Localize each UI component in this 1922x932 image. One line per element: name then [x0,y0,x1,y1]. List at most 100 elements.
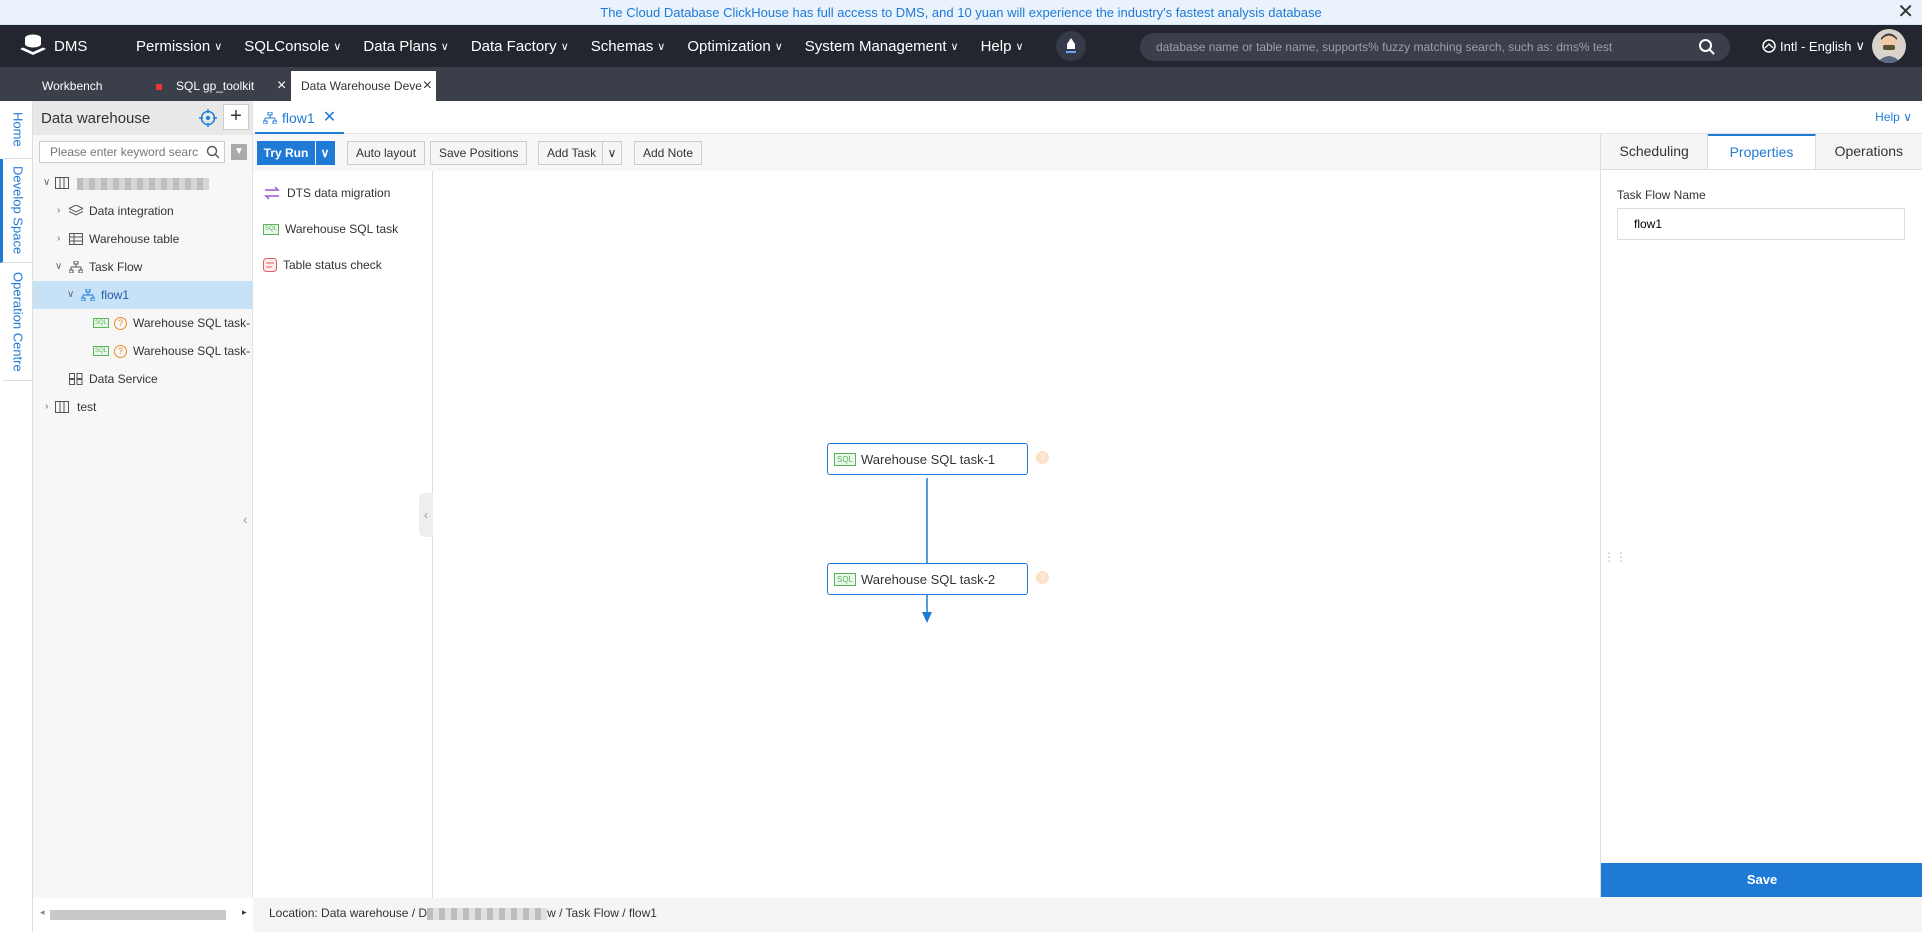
close-icon[interactable]: × [277,71,286,101]
chevron-down-icon: ∨ [607,146,617,160]
banner-text[interactable]: The Cloud Database ClickHouse has full a… [600,5,1321,20]
logo[interactable]: DMS [18,33,136,59]
vtab-label: Operation Centre [10,271,26,372]
chevron-down-icon: ∨ [440,40,449,53]
tree-node-sql-task-1[interactable]: SQL ? Warehouse SQL task- [33,309,253,337]
sync-icon [264,186,280,200]
node-label: Warehouse SQL task-1 [861,451,996,467]
close-icon[interactable]: ✕ [323,103,336,133]
vtab-develop-space[interactable]: Develop Space [0,159,33,263]
promo-banner: The Cloud Database ClickHouse has full a… [0,0,1922,25]
node-label: Warehouse SQL task-2 [861,571,996,587]
tree-node-database[interactable]: ∨ [33,169,253,197]
horizontal-scrollbar[interactable]: ◂ ▸ [40,907,250,920]
menu-data-plans[interactable]: Data Plans ∨ [363,38,448,55]
collapse-palette-icon[interactable]: ‹ [419,493,433,537]
chevron-down-icon[interactable]: ∨ [67,281,74,309]
scroll-left-icon[interactable]: ◂ [40,907,45,918]
tree-node-task-flow[interactable]: ∨ Task Flow [33,253,253,281]
vtab-operation-centre[interactable]: Operation Centre [3,263,33,381]
flow-node-task-1[interactable]: SQL Warehouse SQL task-1 [827,443,1028,475]
chevron-right-icon[interactable]: › [57,225,60,253]
try-run-button[interactable]: Try Run [257,141,315,165]
tree-node-sql-task-2[interactable]: SQL ? Warehouse SQL task- [33,337,253,365]
chevron-down-icon[interactable]: ∨ [55,253,62,281]
try-run-dropdown[interactable]: ∨ [315,141,335,165]
palette-warehouse-sql-task[interactable]: SQL Warehouse SQL task [263,219,398,239]
palette-dts-migration[interactable]: DTS data migration [263,183,390,203]
chevron-down-icon: ∨ [1015,40,1024,53]
node-label: flow1 [101,288,130,302]
tree-node-warehouse-table[interactable]: › Warehouse table [33,225,253,253]
node-label: test [77,400,97,414]
add-note-button[interactable]: Add Note [634,141,703,165]
tree-search-input[interactable] [40,142,200,162]
search-icon[interactable] [206,145,220,159]
menu-system-management[interactable]: System Management ∨ [805,38,959,55]
help-link[interactable]: Help ∨ [1875,110,1912,124]
tab-workbench[interactable]: Workbench [32,71,112,101]
node-label: Data Service [89,372,158,386]
palette-label: DTS data migration [287,186,391,200]
language-selector[interactable]: Intl - English ∨ [1762,38,1865,54]
avatar[interactable] [1872,29,1906,63]
filter-icon[interactable]: ▼ [231,144,247,160]
tab-properties[interactable]: Properties [1708,134,1816,169]
tab-scheduling[interactable]: Scheduling [1601,134,1709,169]
scrollbar-thumb[interactable] [50,910,226,920]
task-flow-name-input[interactable] [1617,208,1905,240]
workspace-tabbar: Workbench SQL gp_toolkit × Data Warehouse… [0,67,1922,101]
tab-operations[interactable]: Operations [1816,134,1922,169]
tab-sql-gp-toolkit[interactable]: SQL gp_toolkit × [146,71,290,101]
close-icon[interactable]: ✕ [1897,0,1914,25]
node-label: Warehouse SQL task- [133,344,251,358]
auto-layout-button[interactable]: Auto layout [347,141,426,165]
tree-node-flow1[interactable]: ∨ flow1 [33,281,253,309]
collapse-left-icon[interactable]: ‹ [243,511,253,535]
menu-sqlconsole[interactable]: SQLConsole ∨ [244,38,341,55]
global-search [1140,33,1730,61]
chevron-right-icon[interactable]: › [57,197,60,225]
chevron-down-icon: ∨ [560,40,569,53]
menu-schemas[interactable]: Schemas ∨ [591,38,666,55]
add-task-dropdown[interactable]: ∨ [602,141,622,165]
menu-optimization[interactable]: Optimization ∨ [687,38,782,55]
tree-node-data-service[interactable]: Data Service [33,365,253,393]
close-icon[interactable]: × [422,71,432,101]
chevron-down-icon: ∨ [774,40,783,53]
vtab-label: Develop Space [10,166,26,255]
palette-label: Warehouse SQL task [285,222,399,236]
tab-data-warehouse-dev[interactable]: Data Warehouse Deve × [291,71,436,101]
dms-logo-icon [20,34,46,55]
unsaved-dot-icon [156,83,162,90]
add-icon[interactable]: + [223,104,249,130]
chevron-down-icon[interactable]: ∨ [43,169,50,197]
toolbar: Try Run ∨ Auto layout Save Positions Add… [253,134,1601,171]
locate-icon[interactable] [199,109,217,127]
resize-handle-icon[interactable]: ⋮⋮ [1603,550,1627,564]
flow-node-task-2[interactable]: SQL Warehouse SQL task-2 [827,563,1028,595]
tree-node-data-integration[interactable]: › Data integration [33,197,253,225]
flow-canvas[interactable]: ‹ SQL Warehouse SQL task-1 ? SQL Warehou… [419,171,1601,898]
search-input[interactable] [1156,40,1696,54]
arrowhead-icon [922,612,932,623]
vtab-home[interactable]: Home [3,101,33,159]
palette-table-status-check[interactable]: Table status check [263,255,382,275]
menu-permission[interactable]: Permission ∨ [136,38,222,55]
scroll-right-icon[interactable]: ▸ [242,907,247,918]
rocket-icon[interactable] [1055,31,1086,61]
question-icon[interactable]: ? [1036,451,1049,464]
location-path-end: w / Task Flow / flow1 [547,906,657,920]
search-icon[interactable] [1698,38,1716,56]
tab-flow1[interactable]: flow1 ✕ [255,103,345,134]
logo-text: DMS [54,37,88,55]
menu-help[interactable]: Help ∨ [981,38,1024,55]
add-task-button[interactable]: Add Task [538,141,606,165]
tree-node-test[interactable]: › test [33,393,253,421]
menu-data-factory[interactable]: Data Factory ∨ [471,38,569,55]
button-label: Auto layout [356,146,417,160]
save-positions-button[interactable]: Save Positions [430,141,528,165]
question-icon[interactable]: ? [1036,571,1049,584]
chevron-right-icon[interactable]: › [45,393,48,421]
save-button[interactable]: Save [1601,863,1922,897]
